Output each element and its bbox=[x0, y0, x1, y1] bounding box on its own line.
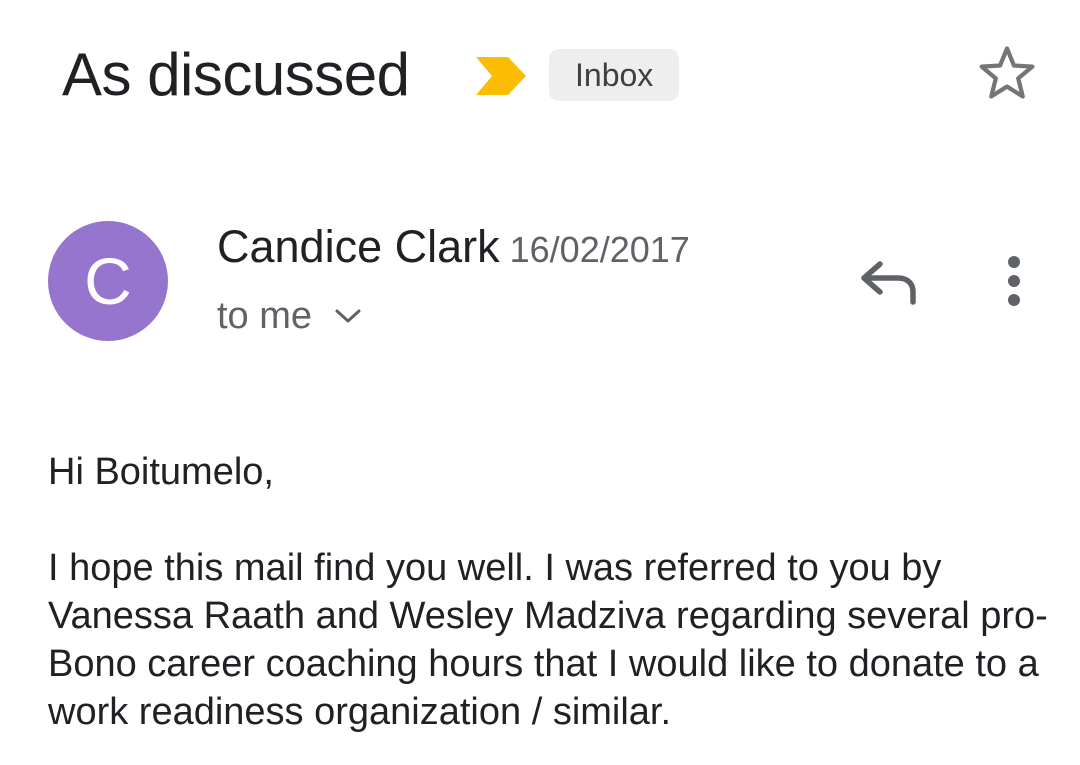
recipient-text: to me bbox=[217, 295, 313, 337]
email-subject: As discussed bbox=[62, 41, 410, 108]
more-vert-icon[interactable] bbox=[994, 252, 1034, 312]
message-greeting: Hi Boitumelo, bbox=[48, 451, 274, 493]
chevron-down-icon bbox=[335, 309, 361, 323]
message-paragraph: I hope this mail find you well. I was re… bbox=[48, 547, 1048, 733]
sender-line: Candice Clark 16/02/2017 bbox=[217, 220, 690, 274]
email-view: As discussed Inbox C Candice Clark 16/02/… bbox=[0, 0, 1080, 765]
subject-header: As discussed Inbox bbox=[62, 40, 1040, 110]
sent-date: 16/02/2017 bbox=[509, 229, 690, 270]
sender-avatar[interactable]: C bbox=[48, 221, 168, 341]
label-chip-inbox[interactable]: Inbox bbox=[549, 49, 680, 101]
sender-name[interactable]: Candice Clark bbox=[217, 221, 500, 272]
recipient-details-toggle[interactable]: to me bbox=[217, 294, 362, 338]
star-icon[interactable] bbox=[975, 41, 1039, 105]
message-body: Hi Boitumelo, I hope this mail find you … bbox=[48, 448, 1048, 736]
importance-marker-icon[interactable] bbox=[474, 55, 528, 97]
reply-icon[interactable] bbox=[858, 256, 920, 308]
